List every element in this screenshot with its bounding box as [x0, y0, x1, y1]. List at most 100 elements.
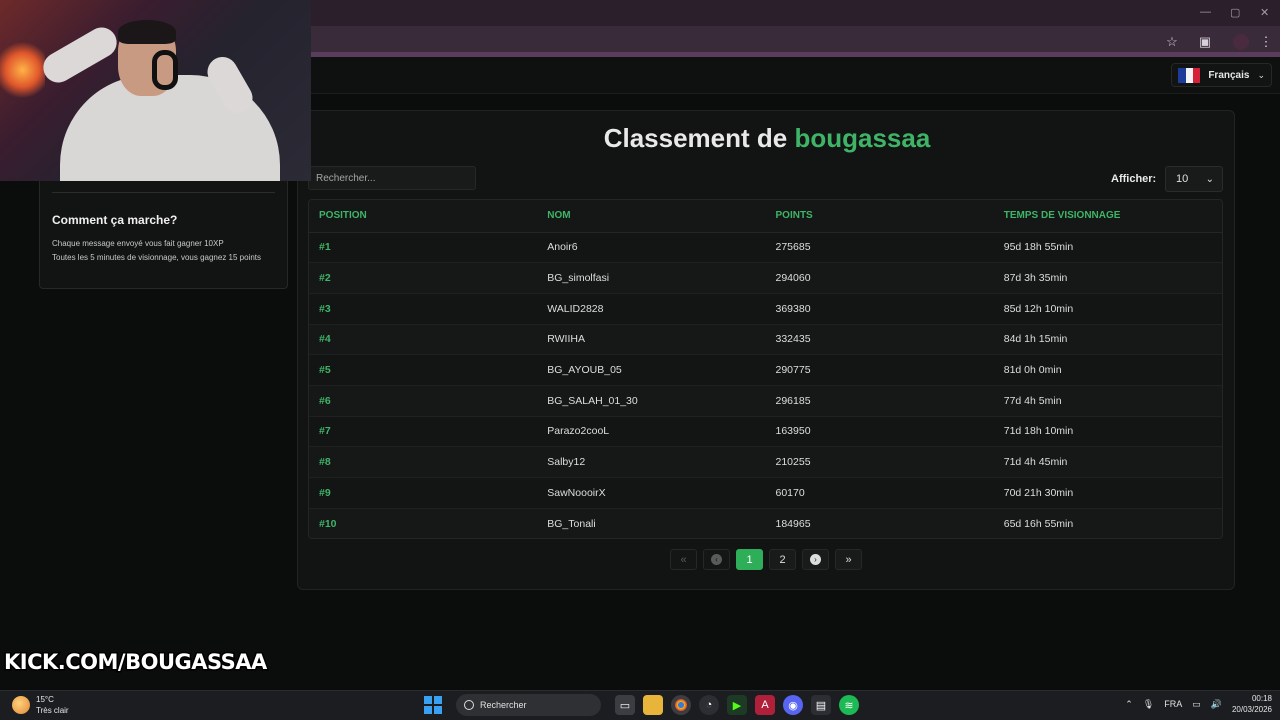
weather-moon-icon — [12, 696, 30, 714]
last-page-button[interactable]: » — [835, 549, 862, 570]
system-tray: ⌃ 🎙 FRA ▭ 🔊 00:18 20/03/2026 — [1125, 693, 1272, 715]
streamer-arm-left — [37, 22, 123, 88]
file-explorer-icon[interactable] — [643, 695, 663, 715]
cell-position: #3 — [309, 293, 538, 325]
clock-date: 20/03/2026 — [1231, 705, 1272, 714]
chevron-up-icon[interactable]: ⌃ — [1125, 699, 1133, 710]
input-language[interactable]: FRA — [1164, 699, 1182, 709]
page-size-label: Afficher: — [1111, 173, 1157, 185]
star-icon[interactable]: ☆ — [1164, 34, 1180, 50]
leaderboard-table: POSITION NOM POINTS TEMPS DE VISIONNAGE … — [308, 199, 1223, 539]
table-row: #4 RWIIHA 332435 84d 1h 15min — [309, 324, 1222, 356]
cell-position: #8 — [309, 446, 538, 478]
fireplace-glow — [0, 40, 45, 100]
profile-icon[interactable] — [1233, 34, 1249, 50]
chrome-icon[interactable] — [671, 695, 691, 715]
headset-icon — [152, 50, 178, 90]
windows-start-icon[interactable] — [424, 696, 442, 714]
next-page-button[interactable]: › — [802, 549, 829, 570]
cell-points: 163950 — [765, 416, 994, 448]
cell-position: #4 — [309, 324, 538, 356]
kick-app-icon[interactable]: ▶ — [727, 695, 747, 715]
table-row: #7 Parazo2cooL 163950 71d 18h 10min — [309, 416, 1222, 448]
discord-icon[interactable]: ◉ — [783, 695, 803, 715]
first-page-button[interactable]: « — [670, 549, 697, 570]
table-row: #8 Salby12 210255 71d 4h 45min — [309, 446, 1222, 478]
cell-watchtime: 84d 1h 15min — [993, 324, 1222, 356]
cell-name: BG_Tonali — [537, 508, 766, 538]
cell-position: #10 — [309, 508, 538, 538]
taskbar-search[interactable]: Rechercher — [456, 694, 601, 716]
page-2-button[interactable]: 2 — [769, 549, 796, 570]
column-header-points[interactable]: POINTS — [765, 200, 994, 233]
maximize-icon[interactable]: ▢ — [1230, 6, 1240, 19]
cell-watchtime: 77d 4h 5min — [993, 385, 1222, 417]
cell-position: #7 — [309, 416, 538, 448]
weather-condition: Très clair — [36, 706, 69, 715]
table-row: #2 BG_simolfasi 294060 87d 3h 35min — [309, 262, 1222, 294]
chevron-down-icon: ⌄ — [1205, 173, 1214, 185]
cell-position: #9 — [309, 477, 538, 509]
chevron-right-icon: › — [810, 554, 821, 565]
task-view-icon[interactable]: ▭ — [615, 695, 635, 715]
table-row: #3 WALID2828 369380 85d 12h 10min — [309, 293, 1222, 325]
webcam-overlay — [0, 0, 311, 181]
column-header-name[interactable]: NOM — [537, 200, 766, 233]
column-header-position[interactable]: POSITION — [309, 200, 538, 233]
chevron-left-icon: ‹ — [711, 554, 722, 565]
page-size-value: 10 — [1176, 173, 1189, 185]
cell-points: 60170 — [765, 477, 994, 509]
cell-points: 275685 — [765, 232, 994, 264]
spotify-icon[interactable]: ≋ — [839, 695, 859, 715]
cell-name: Anoir6 — [537, 232, 766, 264]
language-selector[interactable]: Français ⌄ — [1171, 63, 1272, 87]
search-input[interactable] — [308, 166, 476, 190]
weather-widget[interactable]: 15°C Très clair — [12, 694, 69, 716]
table-row: #5 BG_AYOUB_05 290775 81d 0h 0min — [309, 354, 1222, 386]
adobe-icon[interactable]: A — [755, 695, 775, 715]
cell-position: #5 — [309, 354, 538, 386]
minimize-icon[interactable]: — — [1200, 6, 1211, 18]
search-icon — [464, 700, 474, 710]
table-row: #9 SawNoooirX 60170 70d 21h 30min — [309, 477, 1222, 509]
cell-points: 369380 — [765, 293, 994, 325]
windows-taskbar: 15°C Très clair Rechercher ▭ ◔ ▶ A ◉ ▤ ≋… — [0, 690, 1280, 720]
cell-points: 294060 — [765, 262, 994, 294]
taskbar-apps: Rechercher ▭ ◔ ▶ A ◉ ▤ ≋ — [424, 694, 859, 716]
app-icon[interactable]: ◔ — [699, 695, 719, 715]
cell-watchtime: 95d 18h 55min — [993, 232, 1222, 264]
rule-watchtime: Toutes les 5 minutes de visionnage, vous… — [52, 253, 262, 262]
extensions-icon[interactable]: ▣ — [1197, 34, 1213, 50]
table-row: #10 BG_Tonali 184965 65d 16h 55min — [309, 508, 1222, 538]
close-icon[interactable]: ✕ — [1260, 6, 1269, 19]
page-1-button[interactable]: 1 — [736, 549, 763, 570]
cell-name: Salby12 — [537, 446, 766, 478]
table-row: #1 Anoir6 275685 95d 18h 55min — [309, 232, 1222, 264]
pagination: « ‹ 1 2 › » — [670, 549, 862, 570]
cell-watchtime: 85d 12h 10min — [993, 293, 1222, 325]
clock[interactable]: 00:18 20/03/2026 — [1232, 693, 1272, 715]
cell-watchtime: 65d 16h 55min — [993, 508, 1222, 538]
kick-overlay-logo: KICK.COM/BOUGASSAA — [3, 648, 269, 676]
cell-watchtime: 70d 21h 30min — [993, 477, 1222, 509]
prev-page-button[interactable]: ‹ — [703, 549, 730, 570]
taskbar-search-label: Rechercher — [480, 700, 527, 710]
column-header-watchtime[interactable]: TEMPS DE VISIONNAGE — [993, 200, 1222, 233]
cell-name: BG_SALAH_01_30 — [537, 385, 766, 417]
leaderboard-card: Classement de bougassaa Afficher: 10 ⌄ P… — [297, 110, 1235, 590]
channel-name: bougassaa — [794, 123, 931, 153]
cell-points: 210255 — [765, 446, 994, 478]
cell-watchtime: 87d 3h 35min — [993, 262, 1222, 294]
cell-watchtime: 81d 0h 0min — [993, 354, 1222, 386]
france-flag-icon — [1178, 67, 1201, 83]
menu-icon[interactable]: ⋮ — [1258, 34, 1274, 50]
divider — [52, 192, 275, 193]
network-icon[interactable]: ▭ — [1192, 699, 1201, 710]
kick-url-text: KICK.COM/BOUGASSAA — [3, 649, 269, 676]
folder-app-icon[interactable]: ▤ — [811, 695, 831, 715]
cell-watchtime: 71d 18h 10min — [993, 416, 1222, 448]
volume-icon[interactable]: 🔊 — [1211, 699, 1222, 710]
page-size-select[interactable]: 10 ⌄ — [1165, 166, 1223, 192]
microphone-icon[interactable]: 🎙 — [1143, 699, 1154, 710]
cell-position: #2 — [309, 262, 538, 294]
